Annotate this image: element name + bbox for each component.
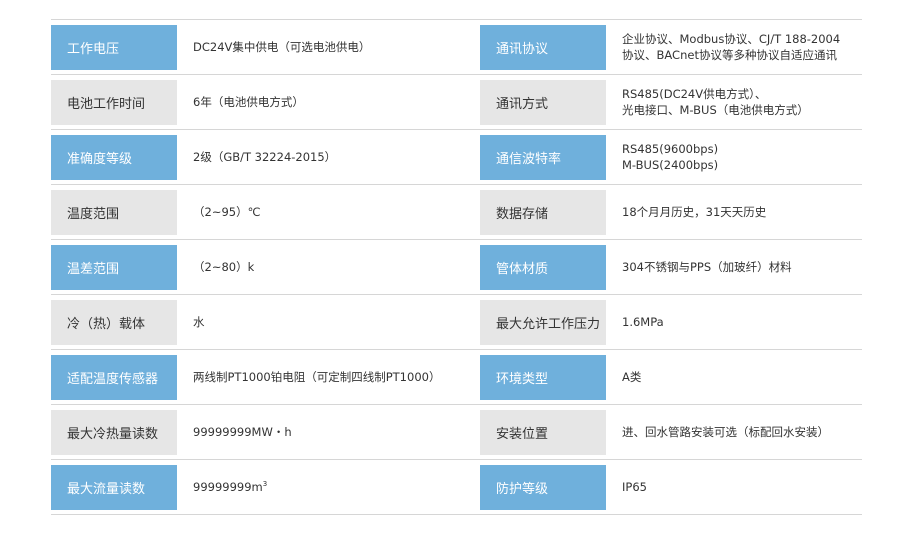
spec-value-line: 304不锈钢与PPS（加玻纤）材料 — [622, 260, 792, 274]
spec-row: 最大冷热量读数 99999999MW・h 安装位置 进、回水管路安装可选（标配回… — [51, 405, 862, 460]
spec-label: 适配温度传感器 — [51, 354, 177, 400]
spec-label: 安装位置 — [480, 409, 606, 455]
spec-label: 工作电压 — [51, 24, 177, 70]
spec-value-line: RS485(DC24V供电方式）、 — [622, 87, 767, 101]
spec-cell-right: 管体材质 304不锈钢与PPS（加玻纤）材料 — [480, 244, 862, 290]
spec-value: 2级（GB/T 32224-2015） — [177, 149, 336, 165]
spec-cell-right: 安装位置 进、回水管路安装可选（标配回水安装） — [480, 409, 862, 455]
spec-cell-left: 准确度等级 2级（GB/T 32224-2015） — [51, 134, 480, 180]
spec-cell-right: 数据存储 18个月月历史，31天天历史 — [480, 189, 862, 235]
spec-value-line: 光电接口、M-BUS（电池供电方式） — [622, 103, 809, 117]
spec-cell-right: 通讯协议 企业协议、Modbus协议、CJ/T 188-2004 协议、BACn… — [480, 24, 862, 70]
spec-label: 通信波特率 — [480, 134, 606, 180]
spec-value-line: （2~95）℃ — [193, 205, 261, 219]
spec-value-line: 6年（电池供电方式） — [193, 95, 304, 109]
spec-value: 两线制PT1000铂电阻（可定制四线制PT1000） — [177, 369, 440, 385]
spec-cell-right: 通信波特率 RS485(9600bps) M-BUS(2400bps) — [480, 134, 862, 180]
spec-label: 电池工作时间 — [51, 79, 177, 125]
spec-label: 最大冷热量读数 — [51, 409, 177, 455]
spec-label: 温度范围 — [51, 189, 177, 235]
spec-cell-right: 最大允许工作压力 1.6MPa — [480, 299, 862, 345]
spec-row: 工作电压 DC24V集中供电（可选电池供电） 通讯协议 企业协议、Modbus协… — [51, 20, 862, 75]
spec-label: 最大允许工作压力 — [480, 299, 606, 345]
spec-cell-left: 温度范围 （2~95）℃ — [51, 189, 480, 235]
spec-label: 数据存储 — [480, 189, 606, 235]
spec-value: 1.6MPa — [606, 314, 664, 330]
spec-value: 99999999MW・h — [177, 424, 292, 440]
spec-row: 温差范围 （2~80）k 管体材质 304不锈钢与PPS（加玻纤）材料 — [51, 240, 862, 295]
spec-value: 304不锈钢与PPS（加玻纤）材料 — [606, 259, 792, 275]
spec-value-line: DC24V集中供电（可选电池供电） — [193, 40, 371, 54]
spec-value-line: 两线制PT1000铂电阻（可定制四线制PT1000） — [193, 370, 441, 384]
spec-cell-left: 适配温度传感器 两线制PT1000铂电阻（可定制四线制PT1000） — [51, 354, 480, 400]
spec-row: 最大流量读数 99999999m3 防护等级 IP65 — [51, 460, 862, 515]
spec-label: 防护等级 — [480, 464, 606, 510]
spec-value-text: 99999999m — [193, 480, 263, 494]
spec-cell-left: 最大流量读数 99999999m3 — [51, 464, 480, 510]
spec-cell-left: 电池工作时间 6年（电池供电方式） — [51, 79, 480, 125]
spec-value-line: 18个月月历史，31天天历史 — [622, 205, 767, 219]
spec-value-line: （2~80）k — [193, 260, 255, 274]
spec-row: 适配温度传感器 两线制PT1000铂电阻（可定制四线制PT1000） 环境类型 … — [51, 350, 862, 405]
spec-row: 电池工作时间 6年（电池供电方式） 通讯方式 RS485(DC24V供电方式）、… — [51, 75, 862, 130]
spec-value-line: 协议、BACnet协议等多种协议自适应通讯 — [622, 48, 837, 62]
spec-value: 99999999m3 — [177, 479, 267, 495]
spec-label: 准确度等级 — [51, 134, 177, 180]
spec-label: 管体材质 — [480, 244, 606, 290]
spec-label: 温差范围 — [51, 244, 177, 290]
spec-value-line: 2级（GB/T 32224-2015） — [193, 150, 337, 164]
spec-value: 水 — [177, 314, 205, 330]
spec-value: RS485(DC24V供电方式）、 光电接口、M-BUS（电池供电方式） — [606, 86, 809, 118]
spec-value-line: A类 — [622, 370, 642, 384]
spec-label: 冷（热）载体 — [51, 299, 177, 345]
spec-value-line: IP65 — [622, 480, 647, 494]
spec-value-line: 99999999MW・h — [193, 425, 292, 439]
spec-cell-right: 通讯方式 RS485(DC24V供电方式）、 光电接口、M-BUS（电池供电方式… — [480, 79, 862, 125]
spec-value-line: M-BUS(2400bps) — [622, 158, 719, 172]
spec-cell-left: 工作电压 DC24V集中供电（可选电池供电） — [51, 24, 480, 70]
spec-cell-right: 防护等级 IP65 — [480, 464, 862, 510]
spec-cell-left: 冷（热）载体 水 — [51, 299, 480, 345]
spec-value-line: 进、回水管路安装可选（标配回水安装） — [622, 425, 829, 439]
spec-cell-right: 环境类型 A类 — [480, 354, 862, 400]
spec-value: A类 — [606, 369, 641, 385]
spec-row: 冷（热）载体 水 最大允许工作压力 1.6MPa — [51, 295, 862, 350]
spec-value: 6年（电池供电方式） — [177, 94, 304, 110]
spec-row: 准确度等级 2级（GB/T 32224-2015） 通信波特率 RS485(96… — [51, 130, 862, 185]
spec-value: （2~95）℃ — [177, 204, 261, 220]
spec-value-line: 水 — [193, 315, 205, 329]
spec-value-line: 企业协议、Modbus协议、CJ/T 188-2004 — [622, 32, 841, 46]
spec-value-line: RS485(9600bps) — [622, 142, 719, 156]
spec-label: 最大流量读数 — [51, 464, 177, 510]
spec-value: IP65 — [606, 479, 647, 495]
spec-value: RS485(9600bps) M-BUS(2400bps) — [606, 141, 718, 173]
spec-table: 工作电压 DC24V集中供电（可选电池供电） 通讯协议 企业协议、Modbus协… — [51, 19, 862, 515]
spec-label: 通讯方式 — [480, 79, 606, 125]
spec-value: 18个月月历史，31天天历史 — [606, 204, 766, 220]
spec-cell-left: 温差范围 （2~80）k — [51, 244, 480, 290]
spec-value-line: 1.6MPa — [622, 315, 664, 329]
spec-value: 企业协议、Modbus协议、CJ/T 188-2004 协议、BACnet协议等… — [606, 31, 840, 63]
spec-value: DC24V集中供电（可选电池供电） — [177, 39, 370, 55]
superscript: 3 — [262, 480, 268, 489]
spec-label: 环境类型 — [480, 354, 606, 400]
spec-value: 进、回水管路安装可选（标配回水安装） — [606, 424, 829, 440]
spec-value-line: 99999999m3 — [193, 479, 267, 495]
spec-value: （2~80）k — [177, 259, 254, 275]
spec-cell-left: 最大冷热量读数 99999999MW・h — [51, 409, 480, 455]
spec-label: 通讯协议 — [480, 24, 606, 70]
spec-row: 温度范围 （2~95）℃ 数据存储 18个月月历史，31天天历史 — [51, 185, 862, 240]
